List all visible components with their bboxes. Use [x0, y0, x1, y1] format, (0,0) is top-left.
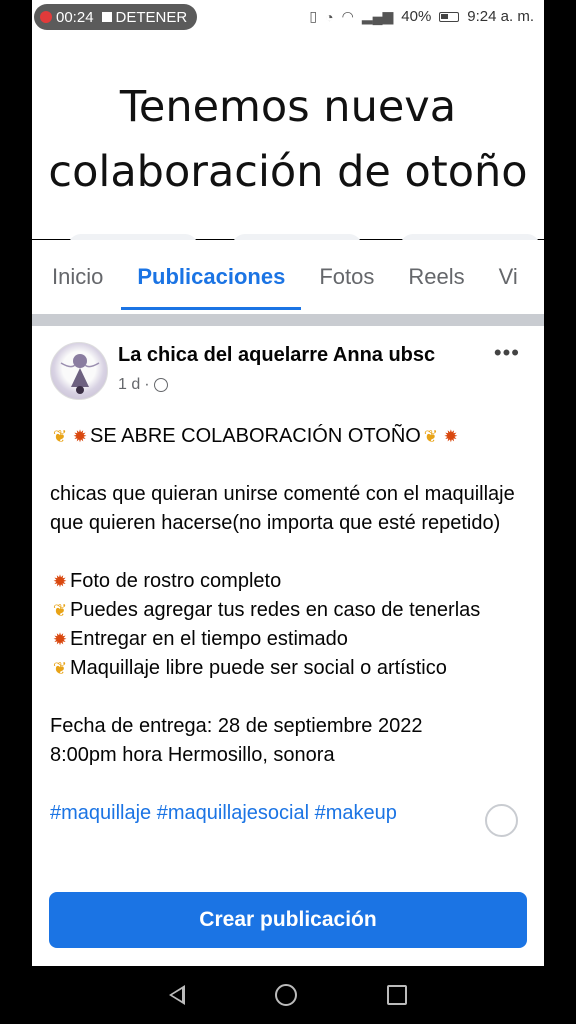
record-icon	[40, 11, 52, 23]
alarm-icon: ◔	[325, 8, 334, 25]
requirement-item: Foto de rostro completo	[70, 570, 282, 592]
delivery-date: Fecha de entrega: 28 de septiembre 2022	[50, 715, 423, 737]
leaf-emoji-icon: ❦	[52, 659, 68, 678]
maple-leaf-emoji-icon: ✹	[52, 630, 68, 649]
meta-separator: ·	[144, 376, 150, 393]
wifi-icon: ◠	[341, 8, 354, 24]
author-avatar[interactable]	[50, 342, 108, 400]
post-age[interactable]: 1 d	[118, 376, 140, 394]
post-card: La chica del aquelarre Anna ubsc 1 d · •…	[32, 326, 544, 876]
leaf-emoji-icon: ❦	[52, 427, 68, 446]
post-meta: 1 d ·	[118, 376, 168, 394]
post-paragraph: chicas que quieran unirse comenté con el…	[50, 483, 515, 534]
tab-inicio[interactable]: Inicio	[52, 240, 103, 314]
maple-leaf-emoji-icon: ✹	[443, 427, 458, 446]
more-options-icon[interactable]: •••	[494, 340, 520, 366]
clock: 9:24 a. m.	[467, 8, 534, 25]
author-name[interactable]: La chica del aquelarre Anna ubsc	[118, 344, 435, 367]
profile-tabs: Inicio Publicaciones Fotos Reels Vi	[32, 240, 544, 314]
system-nav-bar	[0, 966, 576, 1024]
post-title: SE ABRE COLABORACIÓN OTOÑO	[90, 425, 421, 447]
caption-text-2: colaboración de otoño	[38, 140, 538, 202]
caption-line-2: colaboración de otoño	[0, 140, 576, 202]
status-icons: ▯ ◔ ◠ ▂▄▆ 40% 9:24 a. m.	[309, 8, 534, 25]
recent-apps-icon[interactable]	[387, 985, 407, 1005]
delivery-time: 8:00pm hora Hermosillo, sonora	[50, 744, 335, 766]
leaf-emoji-icon: ❦	[423, 427, 438, 446]
vibrate-icon: ▯	[309, 8, 318, 24]
back-icon[interactable]	[169, 985, 185, 1005]
floating-circle-icon[interactable]	[485, 804, 518, 837]
section-divider	[32, 314, 544, 326]
maple-leaf-emoji-icon: ✹	[72, 427, 88, 446]
post-body: ❦ ✹ SE ABRE COLABORACIÓN OTOÑO ❦ ✹ chicas qu…	[50, 422, 535, 828]
stop-icon	[101, 12, 112, 22]
avatar-illustration-icon	[60, 354, 100, 394]
caption-line-1: Tenemos nueva	[0, 80, 576, 135]
home-icon[interactable]	[275, 984, 297, 1006]
screen-recording-pill[interactable]: 00:24 DETENER	[34, 4, 198, 30]
requirement-item: Puedes agregar tus redes en caso de tene…	[70, 599, 481, 621]
tab-videos[interactable]: Vi	[499, 240, 518, 314]
create-post-button[interactable]: Crear publicación	[49, 892, 527, 948]
battery-percent: 40%	[401, 8, 432, 25]
recording-time: 00:24	[56, 8, 94, 26]
leaf-emoji-icon: ❦	[52, 601, 68, 620]
tab-publicaciones[interactable]: Publicaciones	[121, 240, 302, 314]
page-header-area	[32, 34, 544, 260]
tab-fotos[interactable]: Fotos	[319, 240, 374, 314]
hashtags[interactable]: #maquillaje #maquillajesocial #makeup	[50, 799, 535, 828]
public-globe-icon	[153, 378, 168, 392]
maple-leaf-emoji-icon: ✹	[52, 572, 68, 591]
requirement-item: Maquillaje libre puede ser social o artí…	[70, 657, 447, 679]
signal-icon: ▂▄▆	[361, 8, 394, 24]
requirement-item: Entregar en el tiempo estimado	[70, 628, 348, 650]
caption-text-1: Tenemos nueva	[103, 80, 473, 135]
recording-stop-label: DETENER	[115, 8, 188, 26]
status-bar: 00:24 DETENER ▯ ◔ ◠ ▂▄▆ 40% 9:24 a. m.	[32, 0, 544, 34]
tab-reels[interactable]: Reels	[408, 240, 464, 314]
battery-icon	[439, 11, 460, 22]
